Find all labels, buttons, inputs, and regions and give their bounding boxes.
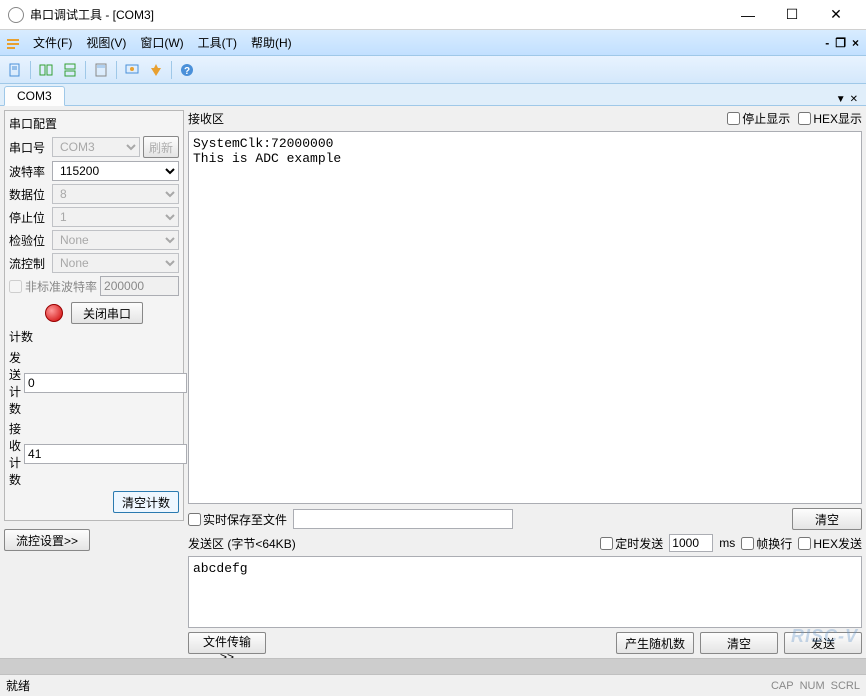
- status-num: NUM: [800, 680, 825, 692]
- parity-label: 检验位: [9, 232, 49, 249]
- rx-count-field[interactable]: [24, 444, 187, 464]
- port-status-icon: [45, 304, 63, 322]
- tab-strip: COM3 ▼ ✕: [0, 84, 866, 106]
- close-port-button[interactable]: 关闭串口: [71, 302, 143, 324]
- timed-send-label: 定时发送: [615, 535, 663, 552]
- monitor-icon[interactable]: [121, 59, 143, 81]
- nonstd-label: 非标准波特率: [25, 278, 97, 295]
- mdi-close[interactable]: ×: [849, 36, 862, 50]
- rx-textarea[interactable]: SystemClk:72000000 This is ADC example: [188, 131, 862, 504]
- tx-label: 发送区 (字节<64KB): [188, 535, 296, 552]
- app-menu-icon[interactable]: [4, 34, 22, 52]
- tx-header: 发送区 (字节<64KB) 定时发送 ms 帧换行 HEX发送: [188, 534, 862, 552]
- save-file-checkbox[interactable]: [188, 513, 201, 526]
- refresh-button[interactable]: 刷新: [143, 136, 179, 158]
- rx-label: 接收区: [188, 110, 719, 127]
- window-title: 串口调试工具 - [COM3]: [30, 6, 726, 23]
- maximize-button[interactable]: ☐: [770, 1, 814, 29]
- baud-select[interactable]: 115200: [52, 161, 179, 181]
- status-ready: 就绪: [6, 677, 30, 694]
- timed-send-ms[interactable]: [669, 534, 713, 552]
- stop-bits-select[interactable]: 1: [52, 207, 179, 227]
- tx-clear-button[interactable]: 清空: [700, 632, 778, 654]
- counters-title: 计数: [9, 328, 179, 345]
- layout-h-icon[interactable]: [35, 59, 57, 81]
- scroll-thumb[interactable]: [0, 659, 866, 674]
- frame-wrap-label: 帧换行: [756, 535, 792, 552]
- right-panel: 接收区 停止显示 HEX显示 SystemClk:72000000 This i…: [188, 110, 862, 654]
- save-file-label: 实时保存至文件: [203, 511, 287, 528]
- port-select[interactable]: COM3: [52, 137, 140, 157]
- new-icon[interactable]: [4, 59, 26, 81]
- save-file-path[interactable]: [293, 509, 513, 529]
- clear-count-button[interactable]: 清空计数: [113, 491, 179, 513]
- menu-bar: 文件(F) 视图(V) 窗口(W) 工具(T) 帮助(H) - ❐ ×: [0, 30, 866, 56]
- serial-config-title: 串口配置: [9, 115, 179, 132]
- timed-send-checkbox[interactable]: [600, 537, 613, 550]
- menu-window[interactable]: 窗口(W): [133, 32, 190, 53]
- data-bits-label: 数据位: [9, 186, 49, 203]
- save-file-row: 实时保存至文件 清空: [188, 508, 862, 530]
- hex-send-label: HEX发送: [813, 535, 862, 552]
- tx-count-field[interactable]: [24, 373, 187, 393]
- serial-config-group: 串口配置 串口号 COM3 刷新 波特率 115200 数据位 8 停止位 1 …: [4, 110, 184, 521]
- flow-control-select[interactable]: None: [52, 253, 179, 273]
- menu-view[interactable]: 视图(V): [79, 32, 133, 53]
- frame-wrap-checkbox[interactable]: [741, 537, 754, 550]
- stop-bits-label: 停止位: [9, 209, 49, 226]
- tab-com3[interactable]: COM3: [4, 86, 65, 106]
- tx-textarea[interactable]: [188, 556, 862, 628]
- layout-v-icon[interactable]: [59, 59, 81, 81]
- port-label: 串口号: [9, 139, 49, 156]
- baud-label: 波特率: [9, 163, 49, 180]
- tx-count-label: 发送计数: [9, 349, 21, 417]
- menu-tools[interactable]: 工具(T): [191, 32, 244, 53]
- calc-icon[interactable]: [90, 59, 112, 81]
- mdi-restore[interactable]: ❐: [832, 36, 849, 50]
- pin-icon[interactable]: [145, 59, 167, 81]
- parity-select[interactable]: None: [52, 230, 179, 250]
- hex-display-label: HEX显示: [813, 110, 862, 127]
- svg-text:?: ?: [184, 66, 190, 77]
- mdi-minimize[interactable]: -: [822, 36, 832, 50]
- nonstd-checkbox[interactable]: [9, 280, 22, 293]
- status-scrl: SCRL: [831, 680, 860, 692]
- tab-close-icon[interactable]: ✕: [850, 94, 858, 105]
- rx-header: 接收区 停止显示 HEX显示: [188, 110, 862, 127]
- random-button[interactable]: 产生随机数: [616, 632, 694, 654]
- help-icon[interactable]: ?: [176, 59, 198, 81]
- flow-settings-button[interactable]: 流控设置>>: [4, 529, 90, 551]
- menu-file[interactable]: 文件(F): [26, 32, 79, 53]
- menu-help[interactable]: 帮助(H): [244, 32, 299, 53]
- send-button[interactable]: 发送: [784, 632, 862, 654]
- app-icon: [8, 7, 24, 23]
- ms-unit: ms: [719, 536, 735, 550]
- tab-dropdown-icon[interactable]: ▼: [836, 94, 846, 105]
- hex-send-checkbox[interactable]: [798, 537, 811, 550]
- flow-label: 流控制: [9, 255, 49, 272]
- stop-display-checkbox[interactable]: [727, 112, 740, 125]
- left-panel: 串口配置 串口号 COM3 刷新 波特率 115200 数据位 8 停止位 1 …: [4, 110, 184, 654]
- stop-display-label: 停止显示: [742, 110, 790, 127]
- client-area: 串口配置 串口号 COM3 刷新 波特率 115200 数据位 8 停止位 1 …: [0, 106, 866, 658]
- status-cap: CAP: [771, 680, 794, 692]
- rx-clear-button[interactable]: 清空: [792, 508, 862, 530]
- status-bar: 就绪 CAP NUM SCRL: [0, 674, 866, 696]
- data-bits-select[interactable]: 8: [52, 184, 179, 204]
- rx-count-label: 接收计数: [9, 420, 21, 488]
- close-button[interactable]: ✕: [814, 1, 858, 29]
- file-transfer-button[interactable]: 文件传输>>: [188, 632, 266, 654]
- minimize-button[interactable]: —: [726, 1, 770, 29]
- title-bar: 串口调试工具 - [COM3] — ☐ ✕: [0, 0, 866, 30]
- hex-display-checkbox[interactable]: [798, 112, 811, 125]
- tx-button-row: 文件传输>> 产生随机数 清空 发送: [188, 632, 862, 654]
- toolbar: ?: [0, 56, 866, 84]
- horizontal-scrollbar[interactable]: [0, 658, 866, 674]
- nonstd-value[interactable]: [100, 276, 179, 296]
